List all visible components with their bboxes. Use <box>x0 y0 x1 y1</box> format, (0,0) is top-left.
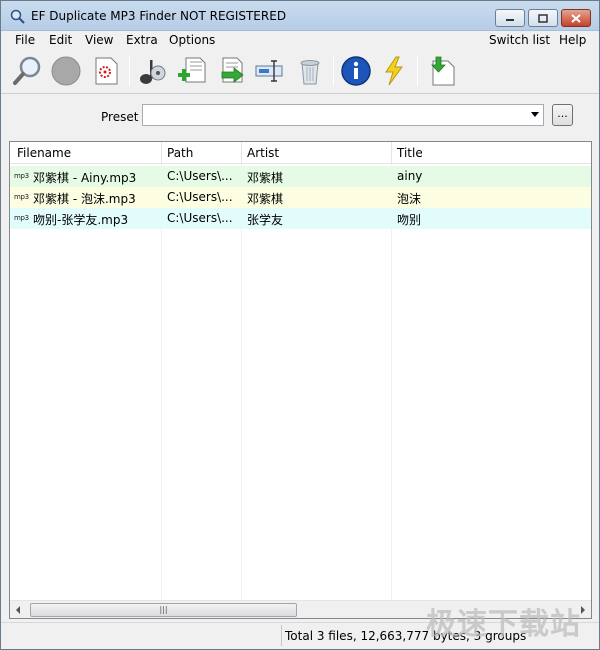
close-button[interactable] <box>561 9 591 27</box>
info-icon <box>341 56 371 86</box>
column-header-filename[interactable]: Filename <box>17 146 71 160</box>
maximize-button[interactable] <box>528 9 558 27</box>
title-bar[interactable]: EF Duplicate MP3 Finder NOT REGISTERED <box>1 1 599 31</box>
list-header: Filename Path Artist Title <box>10 142 591 164</box>
table-row[interactable]: mp3 邓紫棋 - Ainy.mp3 C:\Users\... 邓紫棋 ainy <box>10 166 591 187</box>
add-files-icon <box>178 57 206 83</box>
cell-title: 泡沫 <box>397 192 422 206</box>
new-document-icon <box>95 57 118 85</box>
menu-switch-list[interactable]: Switch list <box>489 33 550 47</box>
preset-dropdown[interactable] <box>142 104 544 126</box>
minimize-button[interactable] <box>495 9 525 27</box>
cell-path: C:\Users\... <box>167 169 233 183</box>
recycle-bin-button[interactable] <box>293 54 327 88</box>
window-title: EF Duplicate MP3 Finder NOT REGISTERED <box>31 9 287 23</box>
menu-edit[interactable]: Edit <box>49 33 72 47</box>
cell-title: ainy <box>397 169 423 183</box>
menu-extra[interactable]: Extra <box>126 33 158 47</box>
cell-title: 吻别 <box>397 213 422 227</box>
chevron-down-icon <box>531 112 539 117</box>
toolbar <box>1 50 599 94</box>
move-files-icon <box>221 57 244 83</box>
table-row[interactable]: mp3 邓紫棋 - 泡沫.mp3 C:\Users\... 邓紫棋 泡沫 <box>10 187 591 208</box>
download-icon <box>431 56 455 86</box>
column-header-path[interactable]: Path <box>167 146 193 160</box>
music-button[interactable] <box>135 54 169 88</box>
file-list[interactable]: Filename Path Artist Title mp3 邓紫棋 - Ain… <box>9 141 592 619</box>
search-icon <box>13 56 41 85</box>
preset-label: Preset <box>101 110 139 124</box>
menu-file[interactable]: File <box>15 33 35 47</box>
new-button[interactable] <box>89 54 123 88</box>
table-row[interactable]: mp3 吻别-张学友.mp3 C:\Users\... 张学友 吻别 <box>10 208 591 229</box>
cell-artist: 张学友 <box>247 213 284 227</box>
scroll-right-icon[interactable] <box>581 606 585 614</box>
cell-filename: 邓紫棋 - Ainy.mp3 <box>33 171 137 185</box>
preset-browse-button[interactable]: ... <box>552 104 573 126</box>
lightning-icon <box>385 56 403 86</box>
mp3-file-icon: mp3 <box>14 193 29 201</box>
app-icon <box>10 9 26 25</box>
scrollbar-thumb[interactable]: ||| <box>30 603 297 617</box>
stop-button[interactable] <box>49 54 83 88</box>
cell-path: C:\Users\... <box>167 211 233 225</box>
stop-icon <box>51 56 81 86</box>
cell-artist: 邓紫棋 <box>247 171 284 185</box>
column-header-artist[interactable]: Artist <box>247 146 279 160</box>
recycle-bin-icon <box>300 60 320 85</box>
add-files-button[interactable] <box>175 54 209 88</box>
mp3-file-icon: mp3 <box>14 172 29 180</box>
mp3-file-icon: mp3 <box>14 214 29 222</box>
lightning-button[interactable] <box>377 54 411 88</box>
rename-button[interactable] <box>253 54 287 88</box>
menu-bar: File Edit View Extra Options Switch list… <box>1 31 599 50</box>
cell-filename: 邓紫棋 - 泡沫.mp3 <box>33 192 136 206</box>
download-button[interactable] <box>425 54 459 88</box>
move-files-button[interactable] <box>215 54 249 88</box>
rename-icon <box>255 60 283 82</box>
watermark: 极速下载站 <box>426 607 581 642</box>
search-button[interactable] <box>11 54 45 88</box>
app-window: EF Duplicate MP3 Finder NOT REGISTERED F… <box>0 0 600 650</box>
preset-panel: Preset ... <box>1 95 599 139</box>
menu-help[interactable]: Help <box>559 33 586 47</box>
cell-filename: 吻别-张学友.mp3 <box>33 213 129 227</box>
cell-artist: 邓紫棋 <box>247 192 284 206</box>
menu-options[interactable]: Options <box>169 33 215 47</box>
cell-path: C:\Users\... <box>167 190 233 204</box>
scroll-left-icon[interactable] <box>16 606 20 614</box>
music-icon <box>140 60 166 84</box>
menu-view[interactable]: View <box>85 33 113 47</box>
info-button[interactable] <box>339 54 373 88</box>
column-header-title[interactable]: Title <box>397 146 423 160</box>
